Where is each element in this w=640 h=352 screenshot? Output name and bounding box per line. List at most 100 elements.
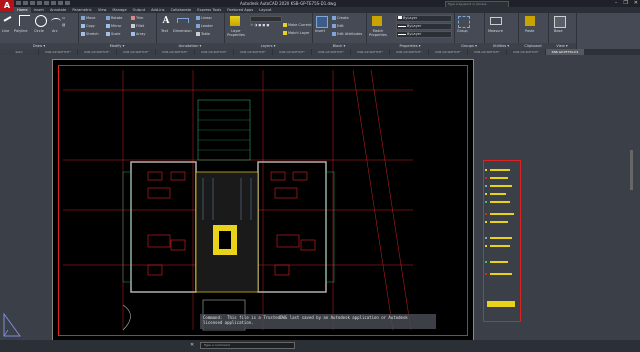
color-dropdown[interactable]: ByLayer — [396, 15, 452, 22]
array-tool[interactable]: Array — [131, 32, 145, 36]
linear-tool[interactable]: Linear — [196, 16, 212, 20]
circle-tool[interactable]: Circle — [34, 29, 44, 33]
print-icon[interactable] — [44, 1, 49, 5]
ucs-icon[interactable] — [2, 312, 22, 338]
base-view-icon[interactable] — [554, 16, 566, 28]
rectangle-icon[interactable]: ▭ — [62, 16, 65, 20]
group-icon[interactable] — [458, 16, 470, 28]
text-icon[interactable]: A — [161, 16, 171, 26]
doc-tab[interactable]: KSB-GP-SKETCH* — [312, 49, 350, 55]
paste-icon[interactable] — [525, 16, 535, 26]
match-properties-tool[interactable]: Match Properties — [367, 29, 389, 37]
insert-tool[interactable]: Insert — [315, 29, 325, 33]
save-icon[interactable] — [30, 1, 35, 5]
new-icon[interactable] — [16, 1, 21, 5]
color-value: ByLayer — [403, 16, 418, 20]
doc-tab[interactable]: KSB-GP-SKETCH* — [156, 49, 194, 55]
mirror-label: Mirror — [111, 24, 122, 28]
doc-tab[interactable]: KSB-GP-SKETCH* — [351, 49, 389, 55]
measure-tool[interactable]: Measure — [488, 29, 503, 33]
leader-tool[interactable]: Leader — [196, 24, 213, 28]
insert-icon[interactable] — [316, 16, 328, 28]
layout-sheet[interactable] — [52, 59, 521, 342]
doc-tab[interactable]: KSB-GP-SKETCH* — [273, 49, 311, 55]
save-as-icon[interactable] — [37, 1, 42, 5]
lineweight-value: ByLayer — [407, 24, 422, 28]
match-properties-icon[interactable] — [372, 16, 382, 26]
lineweight-icon — [398, 25, 406, 27]
match-layer-tool[interactable]: Match Layer — [283, 31, 310, 35]
quick-access-toolbar — [16, 1, 126, 6]
layer-state-icons[interactable]: ☼ ◑ ◼ ◼ ◼ — [250, 23, 269, 27]
legend-entry — [490, 177, 508, 179]
legend-swatch — [485, 185, 487, 187]
arc-tool[interactable]: Arc — [52, 29, 58, 33]
doc-tab[interactable]: KSB-GP-SKETCH* — [39, 49, 77, 55]
layer-properties-tool[interactable]: Layer Properties — [225, 29, 247, 37]
polyline-tool[interactable]: Polyline — [14, 29, 28, 33]
legend-block — [483, 160, 521, 322]
legend-swatch — [485, 177, 487, 179]
create-block-tool[interactable]: Create — [332, 16, 349, 20]
stretch-tool[interactable]: Stretch — [81, 32, 99, 36]
fillet-tool[interactable]: Fillet — [131, 24, 144, 28]
open-icon[interactable] — [23, 1, 28, 5]
autocad-logo[interactable]: A — [0, 0, 14, 12]
minimize-button[interactable]: – — [615, 0, 618, 7]
arc-icon[interactable] — [51, 18, 61, 25]
properties-panel: Match Properties ByLayer ByLayer ByLayer… — [366, 13, 455, 49]
mirror-tool[interactable]: Mirror — [106, 24, 121, 28]
match-layer-icon — [283, 31, 287, 35]
share-icon[interactable] — [65, 1, 70, 5]
command-close-icon[interactable]: ✕ — [190, 342, 198, 349]
base-view-tool[interactable]: Base — [554, 29, 563, 33]
create-block-label: Create — [337, 16, 349, 20]
draw-panel: Line Polyline Circle Arc ▭ ▨ Draw ▾ — [0, 13, 79, 49]
vertical-scrollbar[interactable] — [630, 150, 633, 190]
group-tool[interactable]: Group — [457, 29, 468, 33]
polyline-icon[interactable] — [19, 15, 30, 26]
layer-dropdown[interactable] — [250, 16, 282, 22]
measure-icon[interactable] — [490, 17, 502, 25]
trim-tool[interactable]: Trim — [131, 16, 143, 20]
doc-tab[interactable]: KSB-GP-SKETCH* — [234, 49, 272, 55]
scale-tool[interactable]: Scale — [106, 32, 120, 36]
doc-tab-active[interactable]: KSB-GP-TE75S-D1 — [546, 49, 584, 55]
doc-tab[interactable]: KSB-GP-SKETCH* — [390, 49, 428, 55]
dimension-icon[interactable] — [177, 18, 189, 23]
redo-icon[interactable] — [58, 1, 63, 5]
floor-plan-drawing[interactable] — [53, 60, 473, 341]
circle-icon[interactable] — [35, 15, 47, 27]
copy-tool[interactable]: Copy — [81, 24, 95, 28]
doc-tab[interactable]: KSB-GP-SKETCH* — [468, 49, 506, 55]
legend-swatch — [485, 169, 487, 171]
make-current-tool[interactable]: Make Current — [283, 23, 311, 27]
lineweight-dropdown[interactable]: ByLayer — [396, 23, 452, 30]
doc-tab[interactable]: KSB-GP-SKETCH* — [507, 49, 545, 55]
doc-tab[interactable]: KSB-GP-SKETCH* — [195, 49, 233, 55]
window-controls: – ❐ ✕ — [615, 0, 638, 7]
close-button[interactable]: ✕ — [634, 0, 638, 7]
edit-attributes-tool[interactable]: Edit Attributes — [332, 32, 362, 36]
hatch-icon[interactable]: ▨ — [62, 23, 65, 27]
doc-tab[interactable]: KSB-GP-SKETCH* — [429, 49, 467, 55]
line-icon[interactable] — [2, 14, 12, 22]
doc-tab[interactable]: KSB-GP-SKETCH* — [117, 49, 155, 55]
trim-icon — [131, 16, 135, 20]
move-tool[interactable]: Move — [81, 16, 95, 20]
rotate-tool[interactable]: Rotate — [106, 16, 122, 20]
linetype-dropdown[interactable]: ByLayer — [396, 31, 452, 38]
dimension-tool[interactable]: Dimension — [173, 29, 192, 33]
table-tool[interactable]: Table — [196, 32, 210, 36]
layer-properties-icon[interactable] — [230, 16, 240, 26]
undo-icon[interactable] — [51, 1, 56, 5]
command-input[interactable]: Type a command — [200, 342, 295, 349]
text-tool[interactable]: Text — [161, 29, 168, 33]
doc-tab[interactable]: KSB-GP-SKETCH* — [78, 49, 116, 55]
line-tool[interactable]: Line — [2, 29, 9, 33]
paste-tool[interactable]: Paste — [525, 29, 534, 33]
stretch-icon — [81, 32, 85, 36]
doc-tab-start[interactable]: Start — [0, 49, 38, 55]
edit-block-tool[interactable]: Edit — [332, 24, 344, 28]
maximize-button[interactable]: ❐ — [623, 0, 627, 7]
